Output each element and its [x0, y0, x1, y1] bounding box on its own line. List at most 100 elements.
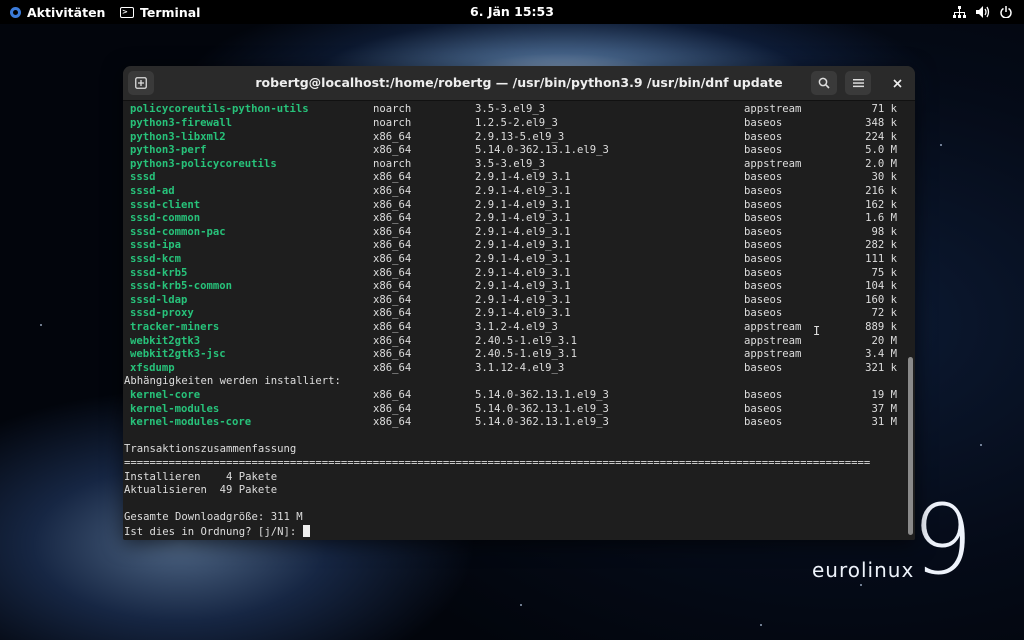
- package-row: python3-perf x86_64 5.14.0-362.13.1.el9_3 b…: [123, 144, 909, 158]
- package-size: 321 k: [865, 361, 897, 374]
- package-row: kernel-core x86_64 5.14.0-362.13.1.el9_3 ba…: [123, 389, 909, 403]
- terminal-icon: >: [120, 6, 134, 18]
- terminal-output[interactable]: policycoreutils-python-utils noarch 3.5-3.…: [123, 101, 909, 540]
- activities-button[interactable]: Aktivitäten: [10, 0, 105, 24]
- package-row: kernel-modules-core x86_64 5.14.0-362.13.1…: [123, 416, 909, 430]
- scrollbar-thumb[interactable]: [908, 357, 913, 535]
- package-version: 2.9.1-4.el9_3.1: [475, 253, 571, 265]
- package-arch: x86_64: [373, 280, 412, 293]
- package-arch: x86_64: [373, 198, 412, 211]
- package-arch: x86_64: [373, 212, 412, 225]
- clock-button[interactable]: 6. Jän 15:53: [470, 4, 554, 19]
- package-version: 2.9.1-4.el9_3.1: [475, 171, 571, 184]
- package-size: 111 k: [865, 253, 897, 265]
- hamburger-menu-icon: [852, 79, 864, 88]
- dependencies-header: Abhängigkeiten werden installiert:: [124, 375, 341, 388]
- package-repo: baseos: [744, 402, 783, 415]
- package-row: xfsdump x86_64 3.1.12-4.el9_3 baseos 321 k: [123, 362, 909, 376]
- package-version: 5.14.0-362.13.1.el9_3: [475, 389, 609, 401]
- package-size: 75 k: [871, 266, 897, 279]
- brand-version-number: 9: [912, 484, 974, 596]
- install-count: Installieren 4 Pakete: [124, 470, 278, 483]
- package-row: sssd-proxy x86_64 2.9.1-4.el9_3.1 baseos 72 …: [123, 307, 909, 321]
- package-arch: x86_64: [373, 171, 412, 184]
- package-row: sssd-ad x86_64 2.9.1-4.el9_3.1 baseos 216 k: [123, 185, 909, 199]
- package-size: 37 M: [871, 402, 897, 415]
- search-button[interactable]: [811, 71, 837, 95]
- package-size: 216 k: [865, 185, 897, 197]
- package-arch: x86_64: [373, 253, 412, 265]
- close-button[interactable]: [884, 71, 910, 95]
- package-row: webkit2gtk3-jsc x86_64 2.40.5-1.el9_3.1 app…: [123, 348, 909, 362]
- package-name: kernel-core: [130, 389, 201, 401]
- new-tab-button[interactable]: [128, 71, 154, 95]
- package-arch: noarch: [373, 117, 412, 129]
- package-row: sssd-krb5-common x86_64 2.9.1-4.el9_3.1 bas…: [123, 280, 909, 294]
- package-arch: x86_64: [373, 293, 412, 306]
- package-arch: x86_64: [373, 389, 412, 401]
- package-repo: baseos: [744, 266, 783, 279]
- package-name: sssd: [130, 171, 156, 184]
- package-repo: baseos: [744, 212, 783, 225]
- package-version: 2.9.1-4.el9_3.1: [475, 185, 571, 197]
- window-title: robertg@localhost:/home/robertg — /usr/b…: [255, 75, 783, 90]
- package-version: 2.9.1-4.el9_3.1: [475, 266, 571, 279]
- search-icon: [818, 77, 830, 89]
- distro-logo-icon: [10, 6, 21, 18]
- package-repo: baseos: [744, 361, 783, 374]
- terminal-window[interactable]: robertg@localhost:/home/robertg — /usr/b…: [123, 66, 915, 540]
- package-row: policycoreutils-python-utils noarch 3.5-3.…: [123, 103, 909, 117]
- package-row: kernel-modules x86_64 5.14.0-362.13.1.el9_…: [123, 403, 909, 417]
- window-titlebar[interactable]: robertg@localhost:/home/robertg — /usr/b…: [123, 66, 915, 101]
- package-name: python3-firewall: [130, 117, 233, 129]
- package-repo: baseos: [744, 307, 783, 320]
- package-version: 2.9.1-4.el9_3.1: [475, 225, 571, 238]
- menu-button[interactable]: [845, 71, 871, 95]
- package-version: 2.9.13-5.el9_3: [475, 130, 565, 143]
- package-name: kernel-modules-core: [130, 416, 252, 429]
- package-name: sssd-common-pac: [130, 225, 226, 238]
- package-arch: x86_64: [373, 416, 412, 429]
- package-version: 2.9.1-4.el9_3.1: [475, 239, 571, 252]
- package-name: kernel-modules: [130, 402, 220, 415]
- package-name: sssd-ad: [130, 185, 175, 197]
- package-name: xfsdump: [130, 361, 175, 374]
- package-size: 3.4 M: [865, 348, 897, 361]
- volume-icon: [976, 6, 990, 18]
- package-repo: baseos: [744, 280, 783, 293]
- package-version: 2.9.1-4.el9_3.1: [475, 212, 571, 225]
- package-row: webkit2gtk3 x86_64 2.40.5-1.el9_3.1 appstre…: [123, 335, 909, 349]
- package-repo: appstream: [744, 157, 802, 170]
- package-row: sssd x86_64 2.9.1-4.el9_3.1 baseos 30 k: [123, 171, 909, 185]
- package-repo: baseos: [744, 117, 783, 129]
- package-version: 3.1.2-4.el9_3: [475, 321, 558, 333]
- package-size: 98 k: [871, 225, 897, 238]
- package-repo: appstream: [744, 103, 802, 116]
- package-name: sssd-ipa: [130, 239, 182, 252]
- package-size: 162 k: [865, 198, 897, 211]
- package-row: sssd-ldap x86_64 2.9.1-4.el9_3.1 baseos 160 …: [123, 294, 909, 308]
- package-version: 5.14.0-362.13.1.el9_3: [475, 416, 609, 429]
- top-bar: Aktivitäten > Terminal 6. Jän 15:53: [0, 0, 1024, 24]
- brand-wordmark: eurolinux: [812, 558, 915, 582]
- package-repo: baseos: [744, 253, 783, 265]
- confirm-prompt-line[interactable]: Ist dies in Ordnung? [j/N]:: [124, 525, 310, 539]
- package-size: 71 k: [871, 103, 897, 116]
- system-tray[interactable]: [953, 0, 1012, 24]
- app-menu-button[interactable]: > Terminal: [120, 0, 200, 24]
- package-repo: baseos: [744, 171, 783, 184]
- package-arch: x86_64: [373, 321, 412, 333]
- package-size: 282 k: [865, 239, 897, 252]
- package-row: python3-policycoreutils noarch 3.5-3.el9_3…: [123, 158, 909, 172]
- terminal-scrollbar[interactable]: [906, 101, 915, 540]
- update-count: Aktualisieren 49 Pakete: [124, 484, 278, 497]
- package-name: sssd-client: [130, 198, 201, 211]
- package-version: 3.1.12-4.el9_3: [475, 361, 565, 374]
- app-menu-label: Terminal: [140, 4, 201, 20]
- package-repo: baseos: [744, 130, 783, 143]
- package-version: 5.14.0-362.13.1.el9_3: [475, 144, 609, 157]
- package-repo: appstream: [744, 348, 802, 361]
- package-name: sssd-ldap: [130, 293, 188, 306]
- package-version: 2.40.5-1.el9_3.1: [475, 334, 578, 347]
- package-repo: baseos: [744, 389, 783, 401]
